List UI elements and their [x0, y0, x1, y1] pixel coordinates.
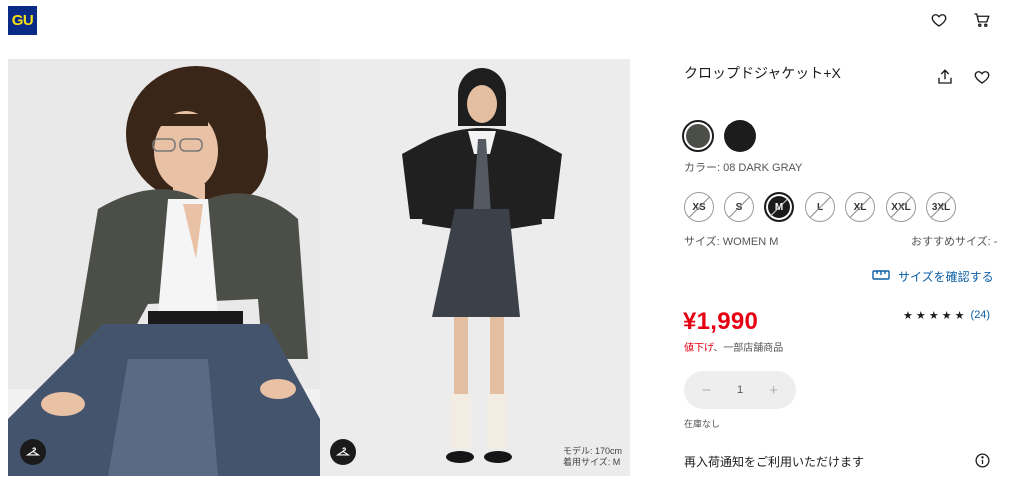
size-chip-label: M [774, 201, 784, 213]
rating[interactable]: ★ ★ ★ ★ ★ (24) [903, 309, 990, 322]
quantity-plus-button[interactable]: + [769, 382, 778, 399]
hanger-icon[interactable] [330, 439, 356, 465]
recommended-size: おすすめサイズ: - [911, 236, 998, 248]
rating-count[interactable]: (24) [971, 309, 991, 322]
quantity-stepper[interactable]: − 1 + [684, 371, 796, 409]
color-swatch-black[interactable] [724, 120, 756, 152]
model-size-worn: 着用サイズ: M [562, 457, 621, 467]
size-chip-l[interactable]: L [805, 192, 835, 222]
model-photo-full[interactable]: モデル: 170cm 着用サイズ: M [320, 59, 630, 476]
model-height: モデル: 170cm [562, 446, 622, 456]
model-photo-full-illustration [320, 59, 630, 476]
model-info: モデル: 170cm 着用サイズ: M [563, 446, 622, 468]
color-swatch-dark-gray[interactable] [682, 120, 714, 152]
price-down-label: 値下げ [684, 343, 714, 354]
size-chip-xl[interactable]: XL [845, 192, 875, 222]
hanger-icon[interactable] [20, 439, 46, 465]
size-check-label: サイズを確認する [898, 270, 994, 284]
size-chip-xs[interactable]: XS [684, 192, 714, 222]
size-chip-label: XS [692, 201, 706, 213]
model-photo-front[interactable] [8, 59, 320, 476]
size-chip-xxl[interactable]: XXL [886, 192, 916, 222]
gu-logo[interactable]: GU [8, 6, 37, 35]
size-chip-label: L [816, 201, 824, 213]
restock-notice[interactable]: 再入荷通知をご利用いただけます [684, 453, 864, 470]
price-note: 値下げ、一部店舗商品 [684, 339, 783, 354]
size-chip-label: XL [853, 201, 867, 213]
price-note-rest: 、一部店舗商品 [713, 343, 784, 354]
price: ¥1,990 [683, 308, 759, 335]
rating-stars: ★ ★ ★ ★ ★ [903, 310, 965, 322]
ruler-icon [872, 269, 890, 284]
size-chip-m[interactable]: M [764, 192, 794, 222]
product-title: クロップドジャケット+X [684, 65, 841, 81]
stock-status: 在庫なし [684, 419, 721, 429]
info-icon[interactable] [974, 452, 992, 470]
favorite-heart-icon[interactable] [973, 68, 993, 88]
cart-icon[interactable] [972, 10, 992, 30]
color-label: カラー: 08 DARK GRAY [684, 162, 803, 174]
model-photo-front-illustration [8, 59, 320, 476]
size-chip-s[interactable]: S [724, 192, 754, 222]
quantity-minus-button[interactable]: − [702, 382, 711, 399]
size-chip-3xl[interactable]: 3XL [926, 192, 956, 222]
share-icon[interactable] [936, 68, 956, 88]
size-chip-label: XXL [891, 201, 911, 213]
quantity-value: 1 [736, 384, 744, 396]
size-chip-label: S [735, 201, 743, 213]
heart-icon[interactable] [929, 10, 949, 30]
size-chip-label: 3XL [931, 201, 951, 213]
size-label: サイズ: WOMEN M [684, 236, 779, 248]
size-check-link[interactable]: サイズを確認する [872, 268, 994, 285]
